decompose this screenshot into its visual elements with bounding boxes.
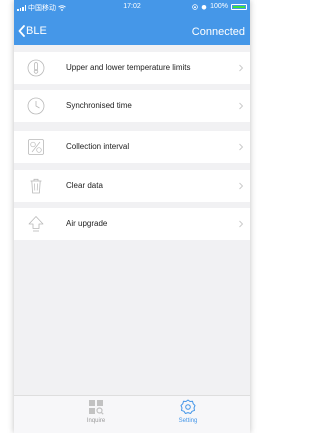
bottom-tab-bar: Inquire Setting bbox=[14, 395, 250, 433]
chevron-right-icon bbox=[239, 64, 244, 72]
battery-icon bbox=[231, 3, 247, 10]
status-right: 100% bbox=[192, 3, 247, 10]
status-bar: 中国移动 17:02 100% bbox=[14, 0, 250, 14]
chevron-right-icon bbox=[239, 182, 244, 190]
chevron-left-icon bbox=[18, 25, 25, 37]
menu-item-label: Collection interval bbox=[66, 142, 130, 151]
connection-status: Connected bbox=[191, 26, 245, 38]
gear-icon bbox=[180, 399, 196, 414]
menu-item-label: Synchronised time bbox=[66, 101, 132, 110]
chevron-right-icon bbox=[239, 220, 244, 228]
menu-item-temperature-limits[interactable]: Upper and lower temperature limits bbox=[14, 52, 250, 84]
tab-label: Setting bbox=[178, 418, 198, 424]
back-button[interactable]: BLE bbox=[18, 25, 47, 37]
back-label: BLE bbox=[26, 25, 47, 37]
battery-percent: 100% bbox=[210, 3, 228, 10]
menu-item-air-upgrade[interactable]: Air upgrade bbox=[14, 208, 250, 240]
inquire-grid-icon bbox=[89, 400, 104, 415]
upload-arrow-icon bbox=[28, 216, 44, 232]
menu-item-synchronised-time[interactable]: Synchronised time bbox=[14, 90, 250, 122]
interval-icon bbox=[28, 139, 44, 155]
tab-inquire[interactable]: Inquire bbox=[66, 399, 126, 424]
alarm-icon bbox=[201, 4, 207, 10]
menu-item-label: Clear data bbox=[66, 181, 103, 190]
tab-label: Inquire bbox=[86, 418, 106, 424]
menu-item-label: Air upgrade bbox=[66, 219, 108, 228]
thermometer-icon bbox=[27, 59, 45, 77]
menu-item-label: Upper and lower temperature limits bbox=[66, 63, 191, 72]
menu-item-collection-interval[interactable]: Collection interval bbox=[14, 131, 250, 163]
trash-icon bbox=[30, 178, 42, 194]
chevron-right-icon bbox=[239, 143, 244, 151]
tab-setting[interactable]: Setting bbox=[158, 399, 218, 424]
menu-item-clear-data[interactable]: Clear data bbox=[14, 170, 250, 202]
top-bar: 中国移动 17:02 100% BLE Connected bbox=[14, 0, 250, 45]
nav-bar: BLE Connected bbox=[14, 22, 250, 44]
app-screen: 中国移动 17:02 100% BLE Connected Upper and … bbox=[14, 0, 250, 433]
clock-icon bbox=[27, 97, 45, 115]
lock-rotation-icon bbox=[192, 3, 198, 10]
chevron-right-icon bbox=[239, 102, 244, 110]
